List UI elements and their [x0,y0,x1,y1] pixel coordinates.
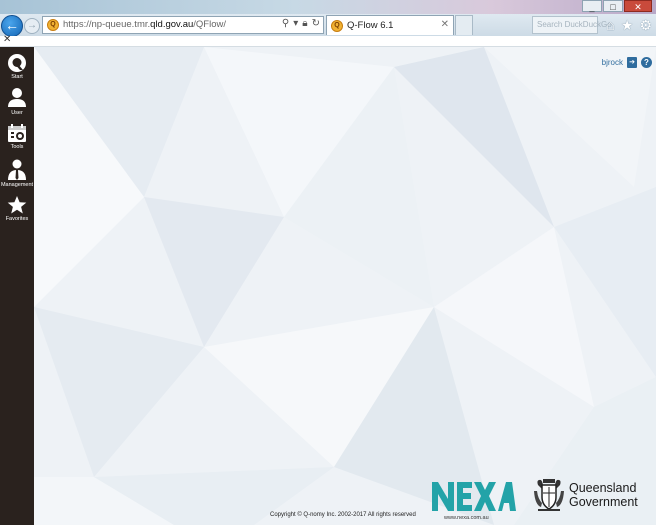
sidebar-item-label: User [11,110,23,116]
dropdown-icon[interactable]: ▾ [293,18,298,29]
close-icon[interactable]: ✕ [3,34,11,45]
user-icon [8,88,26,107]
address-actions: ⚲ ▾ 🔒︎ ↻ [282,18,320,29]
address-url[interactable]: https://np-queue.tmr.qld.gov.au/QFlow/ [63,19,226,30]
refresh-icon[interactable]: ↻ [312,18,320,29]
star-icon [7,196,27,214]
sidebar-item-tools[interactable]: Tools [0,123,34,150]
search-placeholder: Search DuckDuckGo [537,20,612,29]
help-icon[interactable]: ? [641,57,652,68]
qld-line2: Government [569,495,638,509]
sidebar-item-favorites[interactable]: Favorites [0,195,34,222]
address-bar[interactable]: Q https://np-queue.tmr.qld.gov.au/QFlow/… [42,16,324,34]
qflow-app: Start User Tools Management Favorites bj… [0,47,656,525]
queensland-government-logo: Queensland Government [532,477,638,513]
tab-title: Q-Flow 6.1 [347,20,394,31]
browser-tab-qflow[interactable]: Q Q-Flow 6.1 ✕ [326,15,454,35]
sidebar-item-start[interactable]: Start [0,53,34,80]
minimize-button[interactable]: _ [582,0,602,12]
tools-icon [8,124,26,142]
user-toolbar: bjrock ➔ ? [602,57,652,68]
q-logo-icon [8,54,26,72]
browser-toolbar-icons: ⌂ ★ ⚙ [606,17,652,34]
sidebar-item-label: Tools [10,144,24,150]
maximize-button[interactable]: □ [603,0,623,12]
window-controls: _ □ ✕ [582,0,652,12]
tab-favicon-icon: Q [331,20,343,32]
tab-close-icon[interactable]: ✕ [441,19,449,30]
nexa-url: www.nexa.com.au [444,515,489,521]
star-icon[interactable]: ★ [621,17,634,34]
site-favicon-icon: Q [47,19,59,31]
sidebar-item-label: Start [11,74,23,80]
sidebar-item-management[interactable]: Management [0,159,34,188]
main-content: bjrock ➔ ? www.nexa.com.au Queensland Go… [34,47,656,525]
coat-of-arms-icon [534,479,564,511]
browser-navbar: ← → Q https://np-queue.tmr.qld.gov.au/QF… [0,14,656,37]
sidebar-item-label: Favorites [5,216,29,222]
gear-icon[interactable]: ⚙ [639,17,652,34]
logout-icon[interactable]: ➔ [627,57,637,68]
management-icon [8,159,26,180]
copyright-text: Copyright © Q-nomy Inc. 2002-2017 All ri… [270,512,416,518]
favorites-bar: ✕ [0,34,656,47]
sidebar: Start User Tools Management Favorites [0,47,34,525]
qld-line1: Queensland [569,481,637,495]
home-icon[interactable]: ⌂ [606,17,614,34]
sidebar-item-user[interactable]: User [0,87,34,116]
username-link[interactable]: bjrock [602,58,623,67]
browser-search-box[interactable]: Search DuckDuckGo [532,16,612,34]
nexa-logo [432,482,516,511]
background-pattern [34,47,656,525]
new-tab-button[interactable] [455,15,473,35]
window-titlebar: _ □ ✕ [0,0,656,14]
sidebar-item-label: Management [0,182,34,188]
search-icon[interactable]: ⚲ [282,18,289,29]
forward-button[interactable]: → [24,18,40,34]
lock-icon[interactable]: 🔒︎ [302,18,307,29]
close-window-button[interactable]: ✕ [624,0,652,12]
qld-wordmark: Queensland Government [569,481,638,509]
